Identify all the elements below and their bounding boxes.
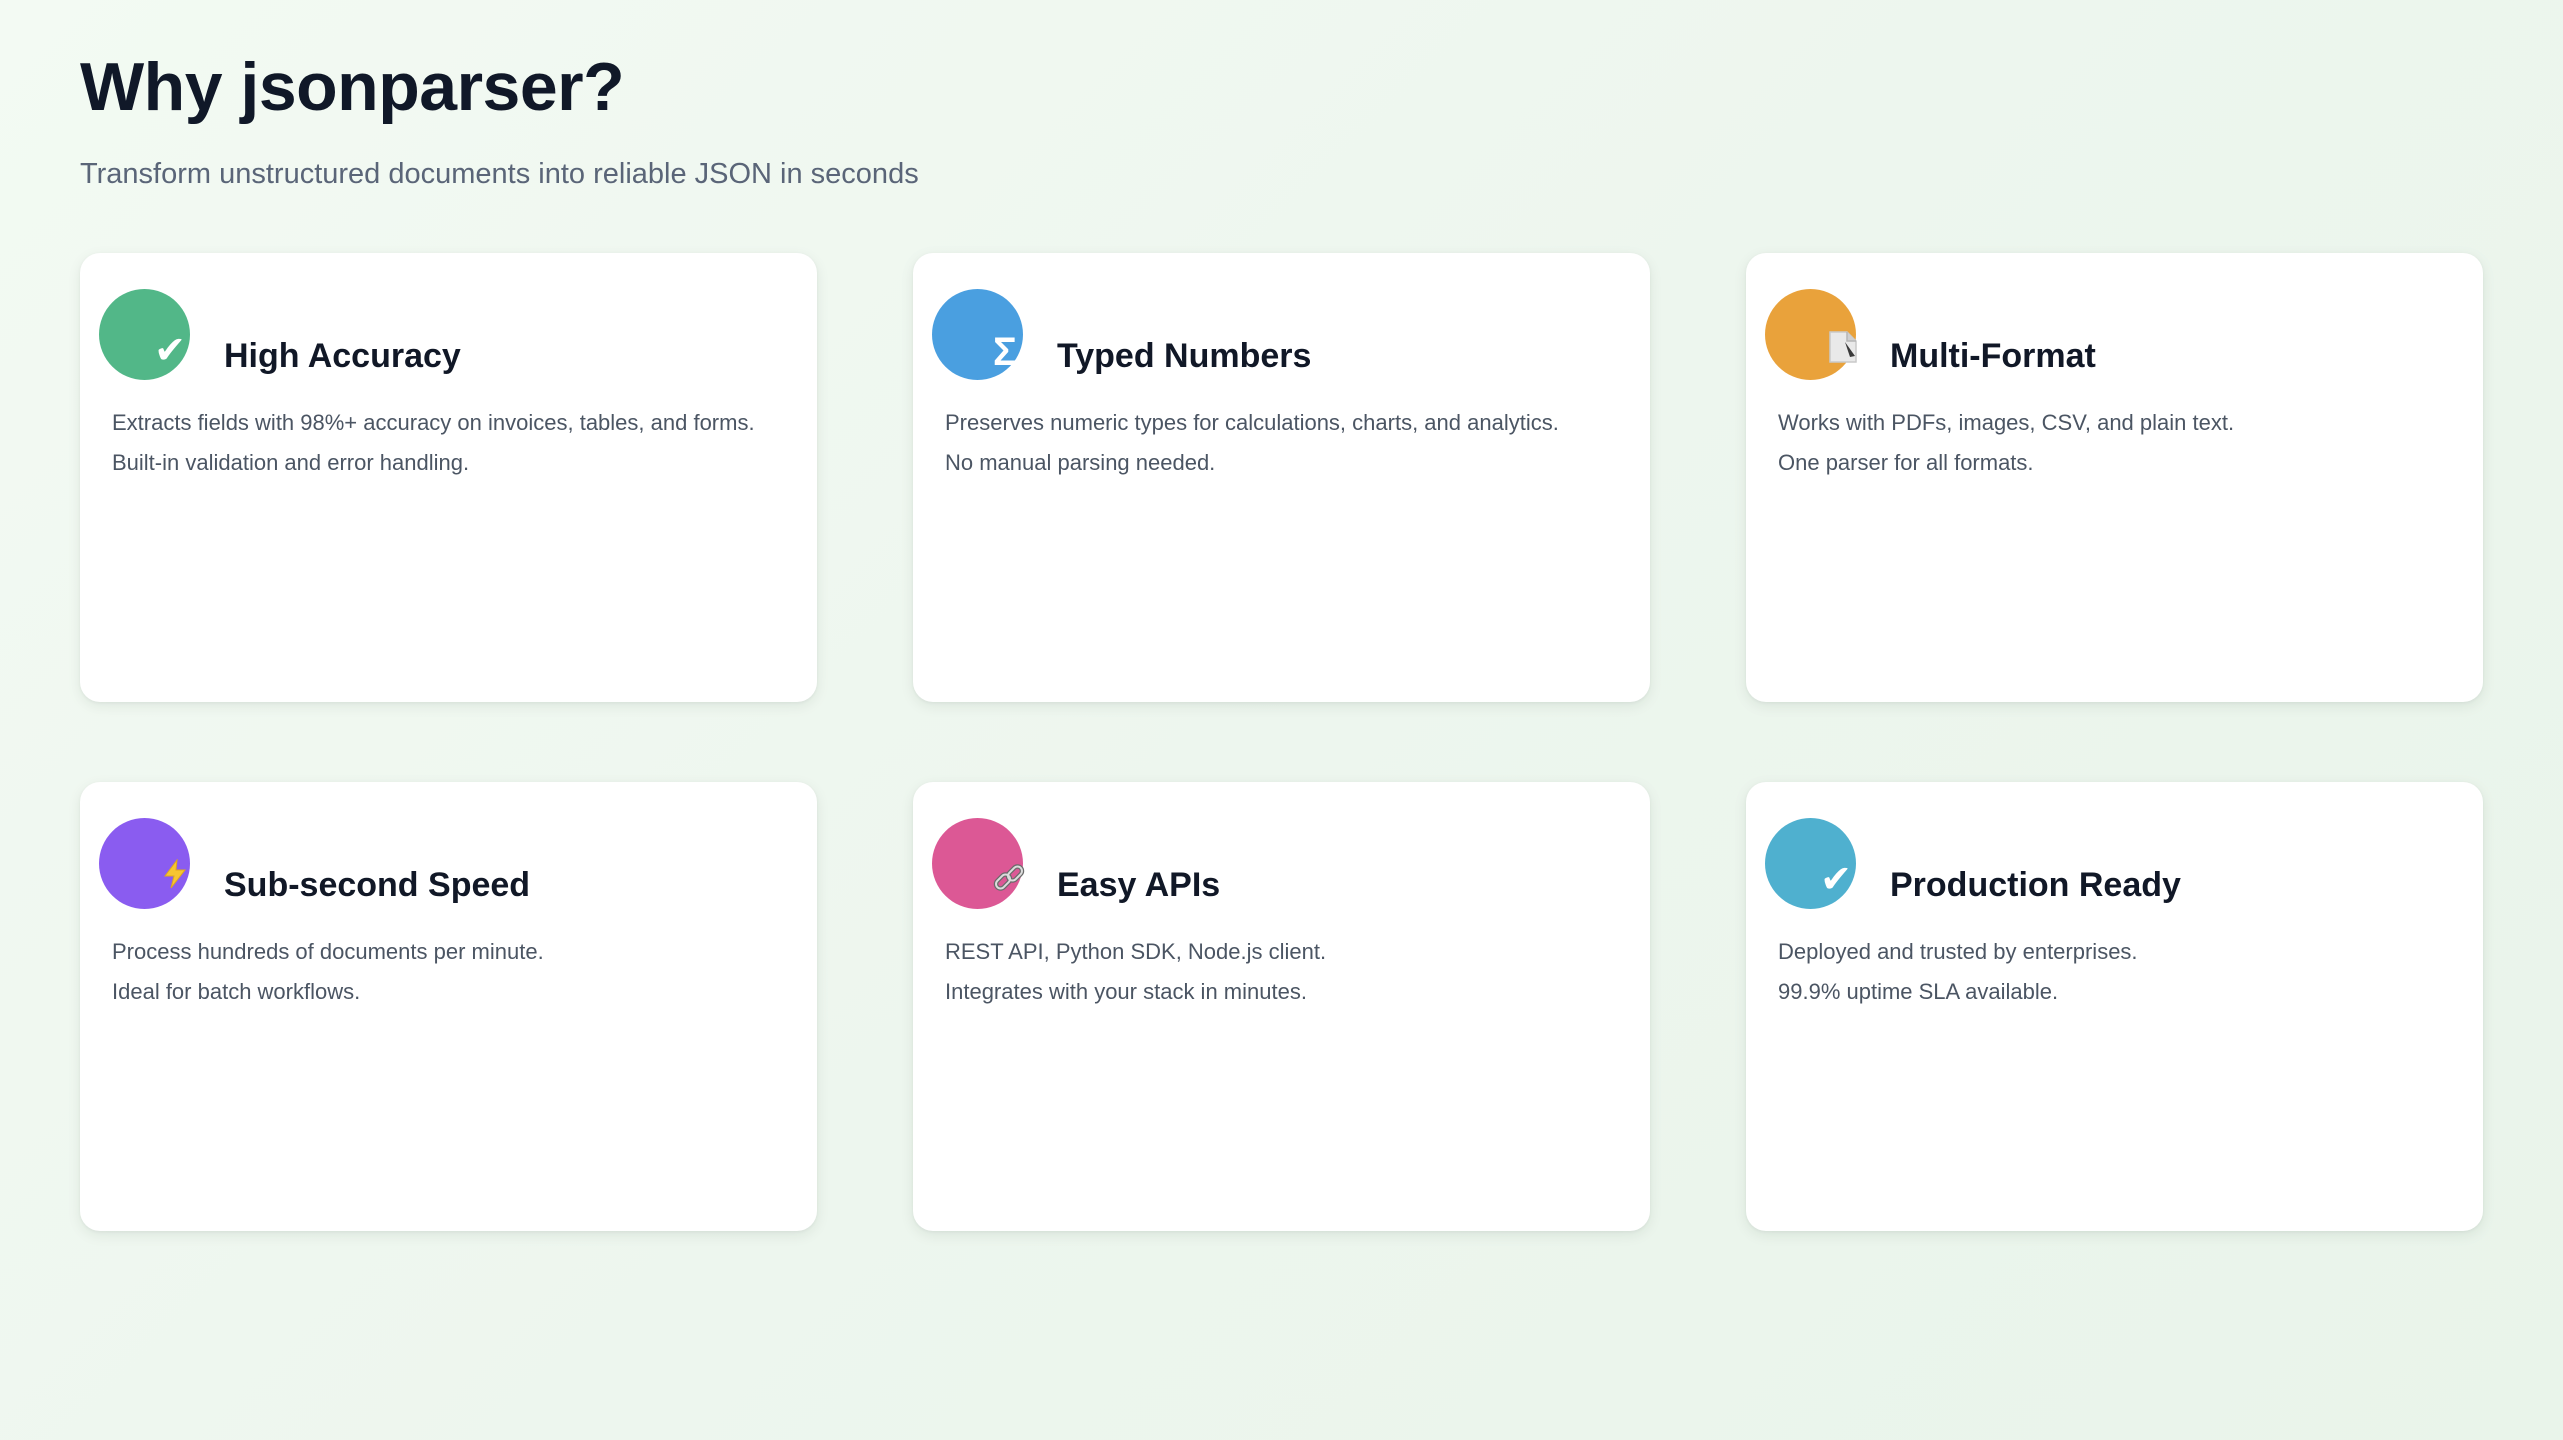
- feature-card-title: Multi-Format: [1890, 337, 2096, 375]
- checkmark-icon: ✔: [1765, 818, 1856, 909]
- feature-card-line: No manual parsing needed.: [945, 450, 1216, 475]
- feature-card-easy-apis: Easy APIs REST API, Python SDK, Node.js …: [913, 782, 1650, 1231]
- feature-card-line: Preserves numeric types for calculations…: [945, 410, 1559, 435]
- link-icon: [932, 818, 1025, 909]
- feature-card-line: Deployed and trusted by enterprises.: [1778, 939, 2138, 964]
- feature-card-title: Sub-second Speed: [224, 866, 531, 904]
- feature-card-description: Preserves numeric types for calculations…: [945, 403, 1618, 483]
- feature-card-description: Deployed and trusted by enterprises. 99.…: [1778, 932, 2451, 1012]
- feature-card-line: 99.9% uptime SLA available.: [1778, 979, 2059, 1004]
- feature-card-sub-second-speed: Sub-second Speed Process hundreds of doc…: [80, 782, 817, 1231]
- feature-card-line: Process hundreds of documents per minute…: [112, 939, 544, 964]
- sigma-icon: Σ: [932, 289, 1023, 380]
- feature-card-title: Production Ready: [1890, 866, 2181, 904]
- feature-card-typed-numbers: Σ Typed Numbers Preserves numeric types …: [913, 253, 1650, 702]
- document-icon: [1765, 289, 1857, 380]
- feature-card-line: Ideal for batch workflows.: [112, 979, 361, 1004]
- feature-card-title: Easy APIs: [1057, 866, 1221, 904]
- feature-card-high-accuracy: ✔ High Accuracy Extracts fields with 98%…: [80, 253, 817, 702]
- lightning-icon: [99, 818, 190, 909]
- feature-card-description: REST API, Python SDK, Node.js client. In…: [945, 932, 1618, 1012]
- feature-card-line: Works with PDFs, images, CSV, and plain …: [1778, 410, 2235, 435]
- feature-card-production-ready: ✔ Production Ready Deployed and trusted …: [1746, 782, 2483, 1231]
- feature-grid: ✔ High Accuracy Extracts fields with 98%…: [80, 253, 2483, 1231]
- page-subtitle: Transform unstructured documents into re…: [80, 158, 919, 190]
- feature-card-title: High Accuracy: [224, 337, 461, 375]
- feature-card-description: Works with PDFs, images, CSV, and plain …: [1778, 403, 2451, 483]
- page-title: Why jsonparser?: [80, 49, 625, 125]
- feature-card-line: Built-in validation and error handling.: [112, 450, 470, 475]
- checkmark-icon: ✔: [99, 289, 190, 380]
- feature-card-line: Extracts fields with 98%+ accuracy on in…: [112, 410, 755, 435]
- feature-card-line: One parser for all formats.: [1778, 450, 2034, 475]
- feature-card-line: Integrates with your stack in minutes.: [945, 979, 1307, 1004]
- feature-card-description: Process hundreds of documents per minute…: [112, 932, 785, 1012]
- page-header: Why jsonparser? Transform unstructured d…: [80, 48, 919, 192]
- feature-card-title: Typed Numbers: [1057, 337, 1312, 375]
- feature-card-multi-format: Multi-Format Works with PDFs, images, CS…: [1746, 253, 2483, 702]
- feature-card-description: Extracts fields with 98%+ accuracy on in…: [112, 403, 785, 483]
- feature-card-line: REST API, Python SDK, Node.js client.: [945, 939, 1327, 964]
